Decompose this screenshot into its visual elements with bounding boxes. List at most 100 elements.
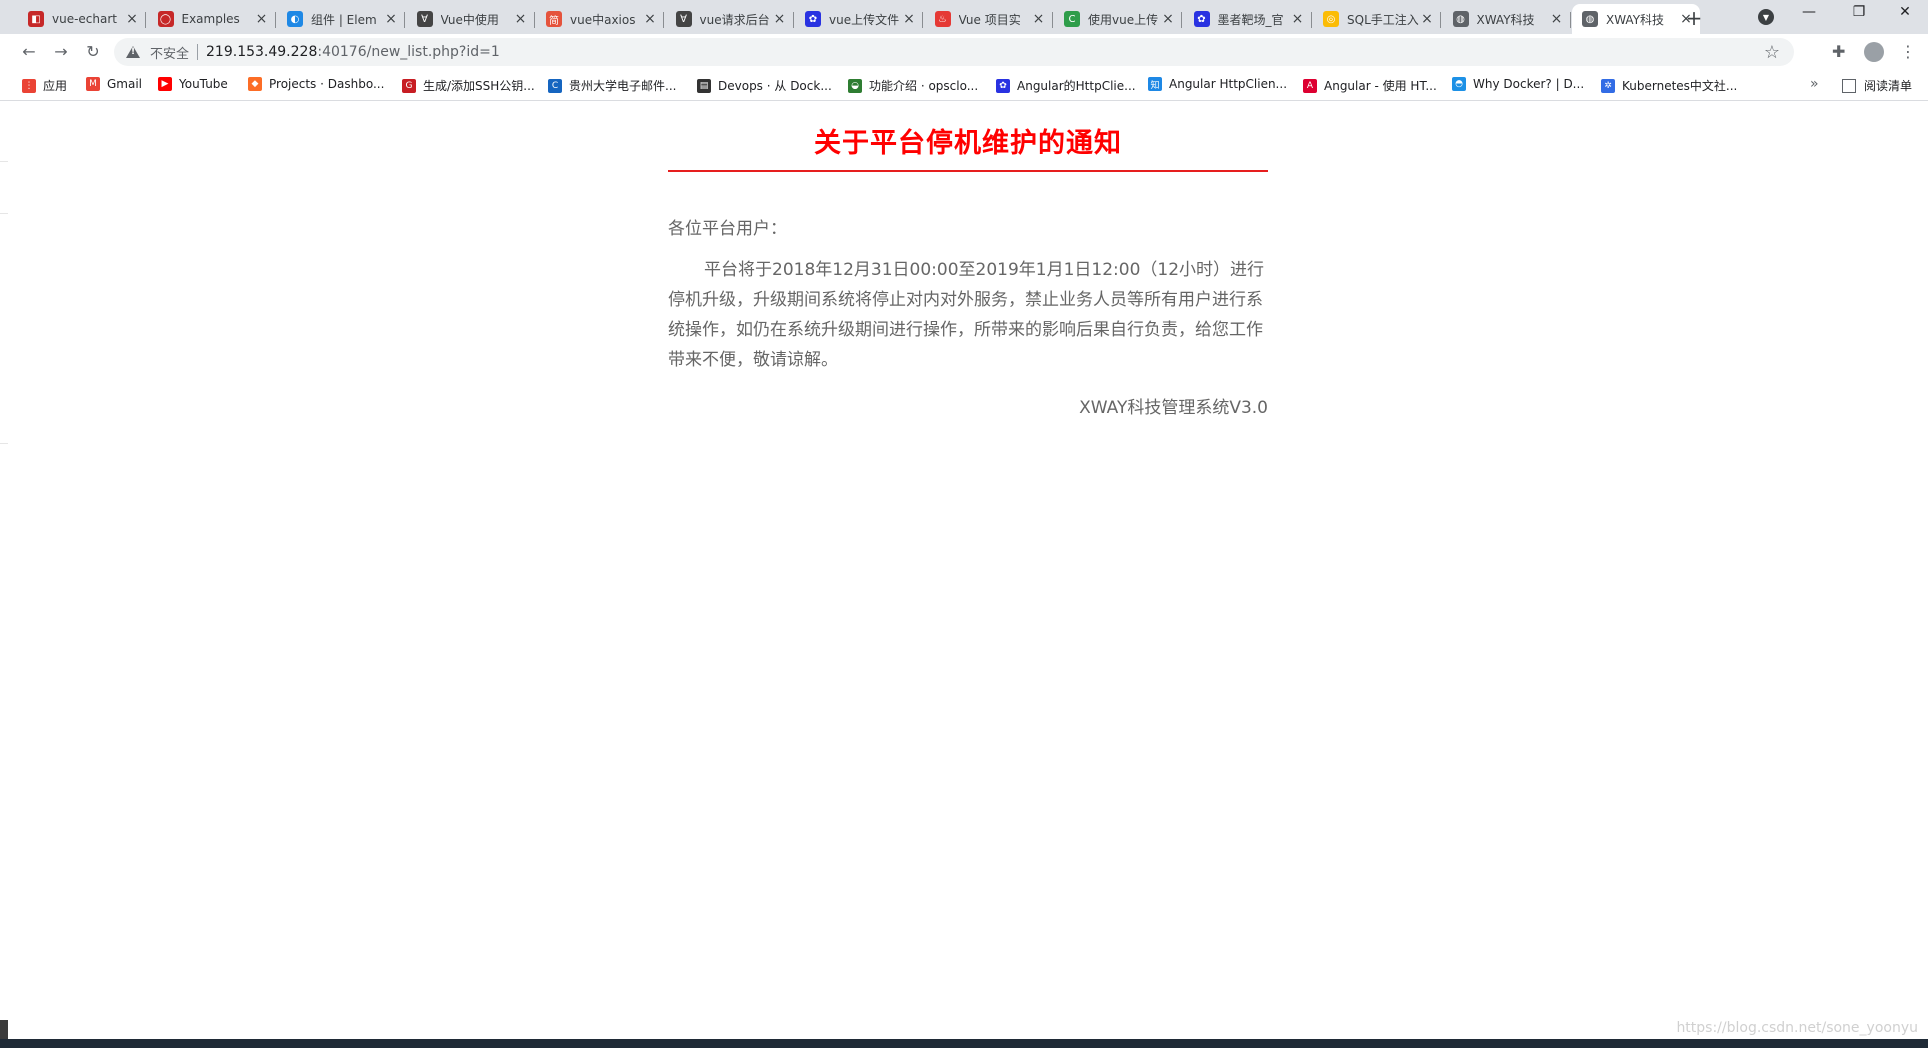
notice-body: 平台将于2018年12月31日00:00至2019年1月1日12:00（12小时… — [668, 260, 1265, 370]
tab-title: 使用vue上传 — [1088, 12, 1159, 27]
bookmark-favicon-icon: C — [548, 78, 562, 93]
tab-separator — [1440, 12, 1441, 28]
menu-icon[interactable]: ⋮ — [1900, 42, 1916, 61]
tab-separator — [404, 12, 405, 28]
bookmark-item[interactable]: A Angular - 使用 HT... — [1303, 77, 1437, 94]
url-path: :40176/new_list.php?id=1 — [317, 44, 500, 60]
notice-title: 关于平台停机维护的通知 — [668, 121, 1268, 172]
browser-tab[interactable]: ◐ 组件 | Elem × — [277, 4, 405, 34]
minimize-button[interactable]: — — [1786, 4, 1832, 20]
tab-separator — [274, 12, 276, 28]
tab-close-icon[interactable]: × — [1031, 11, 1047, 27]
tab-close-icon[interactable]: × — [1419, 11, 1435, 27]
browser-tab[interactable]: ◎ SQL手工注入 × — [1313, 4, 1441, 34]
tab-close-icon[interactable]: × — [1290, 11, 1306, 27]
bookmark-star-icon[interactable]: ☆ — [1764, 42, 1780, 63]
bookmark-item[interactable]: C 贵州大学电子邮件... — [548, 77, 676, 94]
bookmark-favicon-icon: G — [402, 78, 416, 93]
bookmark-item[interactable]: ◒ 功能介绍 · opsclo... — [848, 77, 978, 94]
bookmark-item[interactable]: ◓ Why Docker? | D... — [1452, 77, 1584, 91]
notice-greeting: 各位平台用户： — [668, 219, 787, 239]
tab-favicon-icon: ✿ — [1193, 11, 1210, 27]
tab-separator — [145, 12, 146, 28]
bookmark-label: Kubernetes中文社... — [1622, 79, 1738, 93]
tab-title: Vue中使用 — [440, 12, 499, 27]
close-window-button[interactable]: ✕ — [1882, 4, 1928, 20]
bookmark-item[interactable]: ✲ Kubernetes中文社... — [1601, 77, 1737, 94]
bookmark-favicon-icon: ✲ — [1601, 78, 1615, 93]
url-divider — [197, 44, 199, 60]
bookmark-label: 应用 — [43, 79, 68, 93]
bookmark-item[interactable]: M Gmail — [86, 77, 142, 91]
browser-tab[interactable]: ◍ XWAY科技 × — [1443, 4, 1571, 34]
bookmark-label: 贵州大学电子邮件... — [569, 79, 677, 93]
tab-favicon-icon: ◍ — [1452, 11, 1469, 27]
tab-strip: ◧ vue-echart × ◯ Examples × ◐ 组件 | Elem × ∀ Vue中使用… — [0, 0, 1928, 34]
tab-favicon-icon: ◯ — [157, 11, 174, 27]
tab-search-icon[interactable]: ▼ — [1758, 9, 1774, 25]
tab-favicon-icon: ♨ — [934, 11, 951, 27]
browser-tab[interactable]: ∀ vue请求后台 × — [666, 4, 794, 34]
browser-tab[interactable]: ♨ Vue 项目实 × — [925, 4, 1053, 34]
tab-title: XWAY科技 — [1606, 12, 1665, 27]
bookmark-item[interactable]: G 生成/添加SSH公钥... — [402, 77, 535, 94]
browser-tab[interactable]: ✿ 墨者靶场_官 × — [1184, 4, 1312, 34]
bookmark-item[interactable]: ◆ Projects · Dashbo... — [248, 77, 384, 91]
bookmark-label: Angular - 使用 HT... — [1324, 79, 1437, 93]
bookmark-favicon-icon: A — [1303, 78, 1317, 93]
reading-list-button[interactable]: 阅读清单 — [1842, 77, 1912, 94]
forward-arrow-icon[interactable]: → — [50, 41, 72, 63]
browser-tab[interactable]: 简 vue中axios × — [536, 4, 664, 34]
tab-separator — [1051, 12, 1053, 28]
tab-separator — [792, 12, 794, 28]
browser-tab[interactable]: ✿ vue上传文件 × — [795, 4, 923, 34]
bookmark-label: Gmail — [107, 77, 143, 91]
browser-tab[interactable]: C 使用vue上传 × — [1054, 4, 1182, 34]
browser-tab[interactable]: ◯ Examples × — [148, 4, 276, 34]
bookmark-label: YouTube — [179, 77, 228, 91]
browser-tab[interactable]: ◧ vue-echart × — [18, 4, 146, 34]
tab-close-icon[interactable]: × — [772, 11, 788, 27]
reload-icon[interactable]: ↻ — [82, 41, 104, 63]
page-content: 关于平台停机维护的通知 各位平台用户： 平台将于2018年12月31日00:00… — [0, 101, 1928, 1039]
bookmark-favicon-icon: ✿ — [996, 78, 1010, 93]
bookmarks-overflow-button[interactable]: » — [1810, 76, 1819, 92]
tab-favicon-icon: C — [1064, 11, 1080, 27]
browser-tab[interactable]: ∀ Vue中使用 × — [407, 4, 535, 34]
bookmark-item[interactable]: ⋮ 应用 — [22, 77, 67, 94]
back-arrow-icon[interactable]: ← — [18, 41, 40, 63]
tab-separator — [1181, 12, 1182, 28]
tab-favicon-icon: ✿ — [805, 11, 821, 27]
bookmark-item[interactable]: ✿ Angular的HttpClie... — [996, 77, 1136, 94]
address-bar[interactable]: 不安全 219.153.49.228:40176/new_list.php?id… — [114, 38, 1794, 66]
tab-close-icon[interactable]: × — [901, 11, 917, 27]
tab-close-icon[interactable]: × — [124, 11, 140, 27]
tab-close-icon[interactable]: × — [383, 11, 399, 27]
bookmarks-bar: ⋮ 应用 M Gmail ▶ YouTube ◆ Projects · Dashbo... G 生… — [0, 70, 1928, 101]
bookmark-label: Devops · 从 Dock... — [718, 79, 832, 93]
restore-button[interactable]: ❐ — [1836, 4, 1882, 20]
bookmark-label: Angular HttpClien... — [1169, 77, 1288, 91]
tab-title: 墨者靶场_官 — [1217, 12, 1284, 27]
tab-close-icon[interactable]: × — [642, 11, 658, 27]
tab-favicon-icon: 简 — [546, 11, 562, 27]
extensions-icon[interactable]: ✚ — [1832, 42, 1845, 61]
bookmark-item[interactable]: ▶ YouTube — [158, 77, 228, 91]
reading-list-label: 阅读清单 — [1864, 79, 1913, 93]
browser-tab[interactable]: ◍ XWAY科技 × — [1572, 4, 1700, 34]
tab-close-icon[interactable]: × — [513, 11, 529, 27]
bookmark-item[interactable]: ▤ Devops · 从 Dock... — [697, 77, 832, 94]
left-edge-mark — [0, 213, 8, 214]
new-tab-button[interactable]: + — [1682, 6, 1706, 30]
profile-avatar[interactable] — [1864, 42, 1884, 62]
bookmark-label: 功能介绍 · opsclo... — [869, 79, 979, 93]
left-edge-mark — [0, 443, 8, 444]
tab-favicon-icon: ◐ — [287, 11, 303, 27]
tab-close-icon[interactable]: × — [254, 11, 270, 27]
tab-favicon-icon: ∀ — [675, 11, 692, 27]
browser-toolbar: ← → ↻ 不安全 219.153.49.228:40176/new_list.… — [0, 34, 1928, 70]
bookmark-favicon-icon: M — [86, 77, 100, 91]
tab-close-icon[interactable]: × — [1160, 11, 1176, 27]
bookmark-item[interactable]: 知 Angular HttpClien... — [1148, 77, 1287, 91]
tab-close-icon[interactable]: × — [1549, 11, 1565, 27]
